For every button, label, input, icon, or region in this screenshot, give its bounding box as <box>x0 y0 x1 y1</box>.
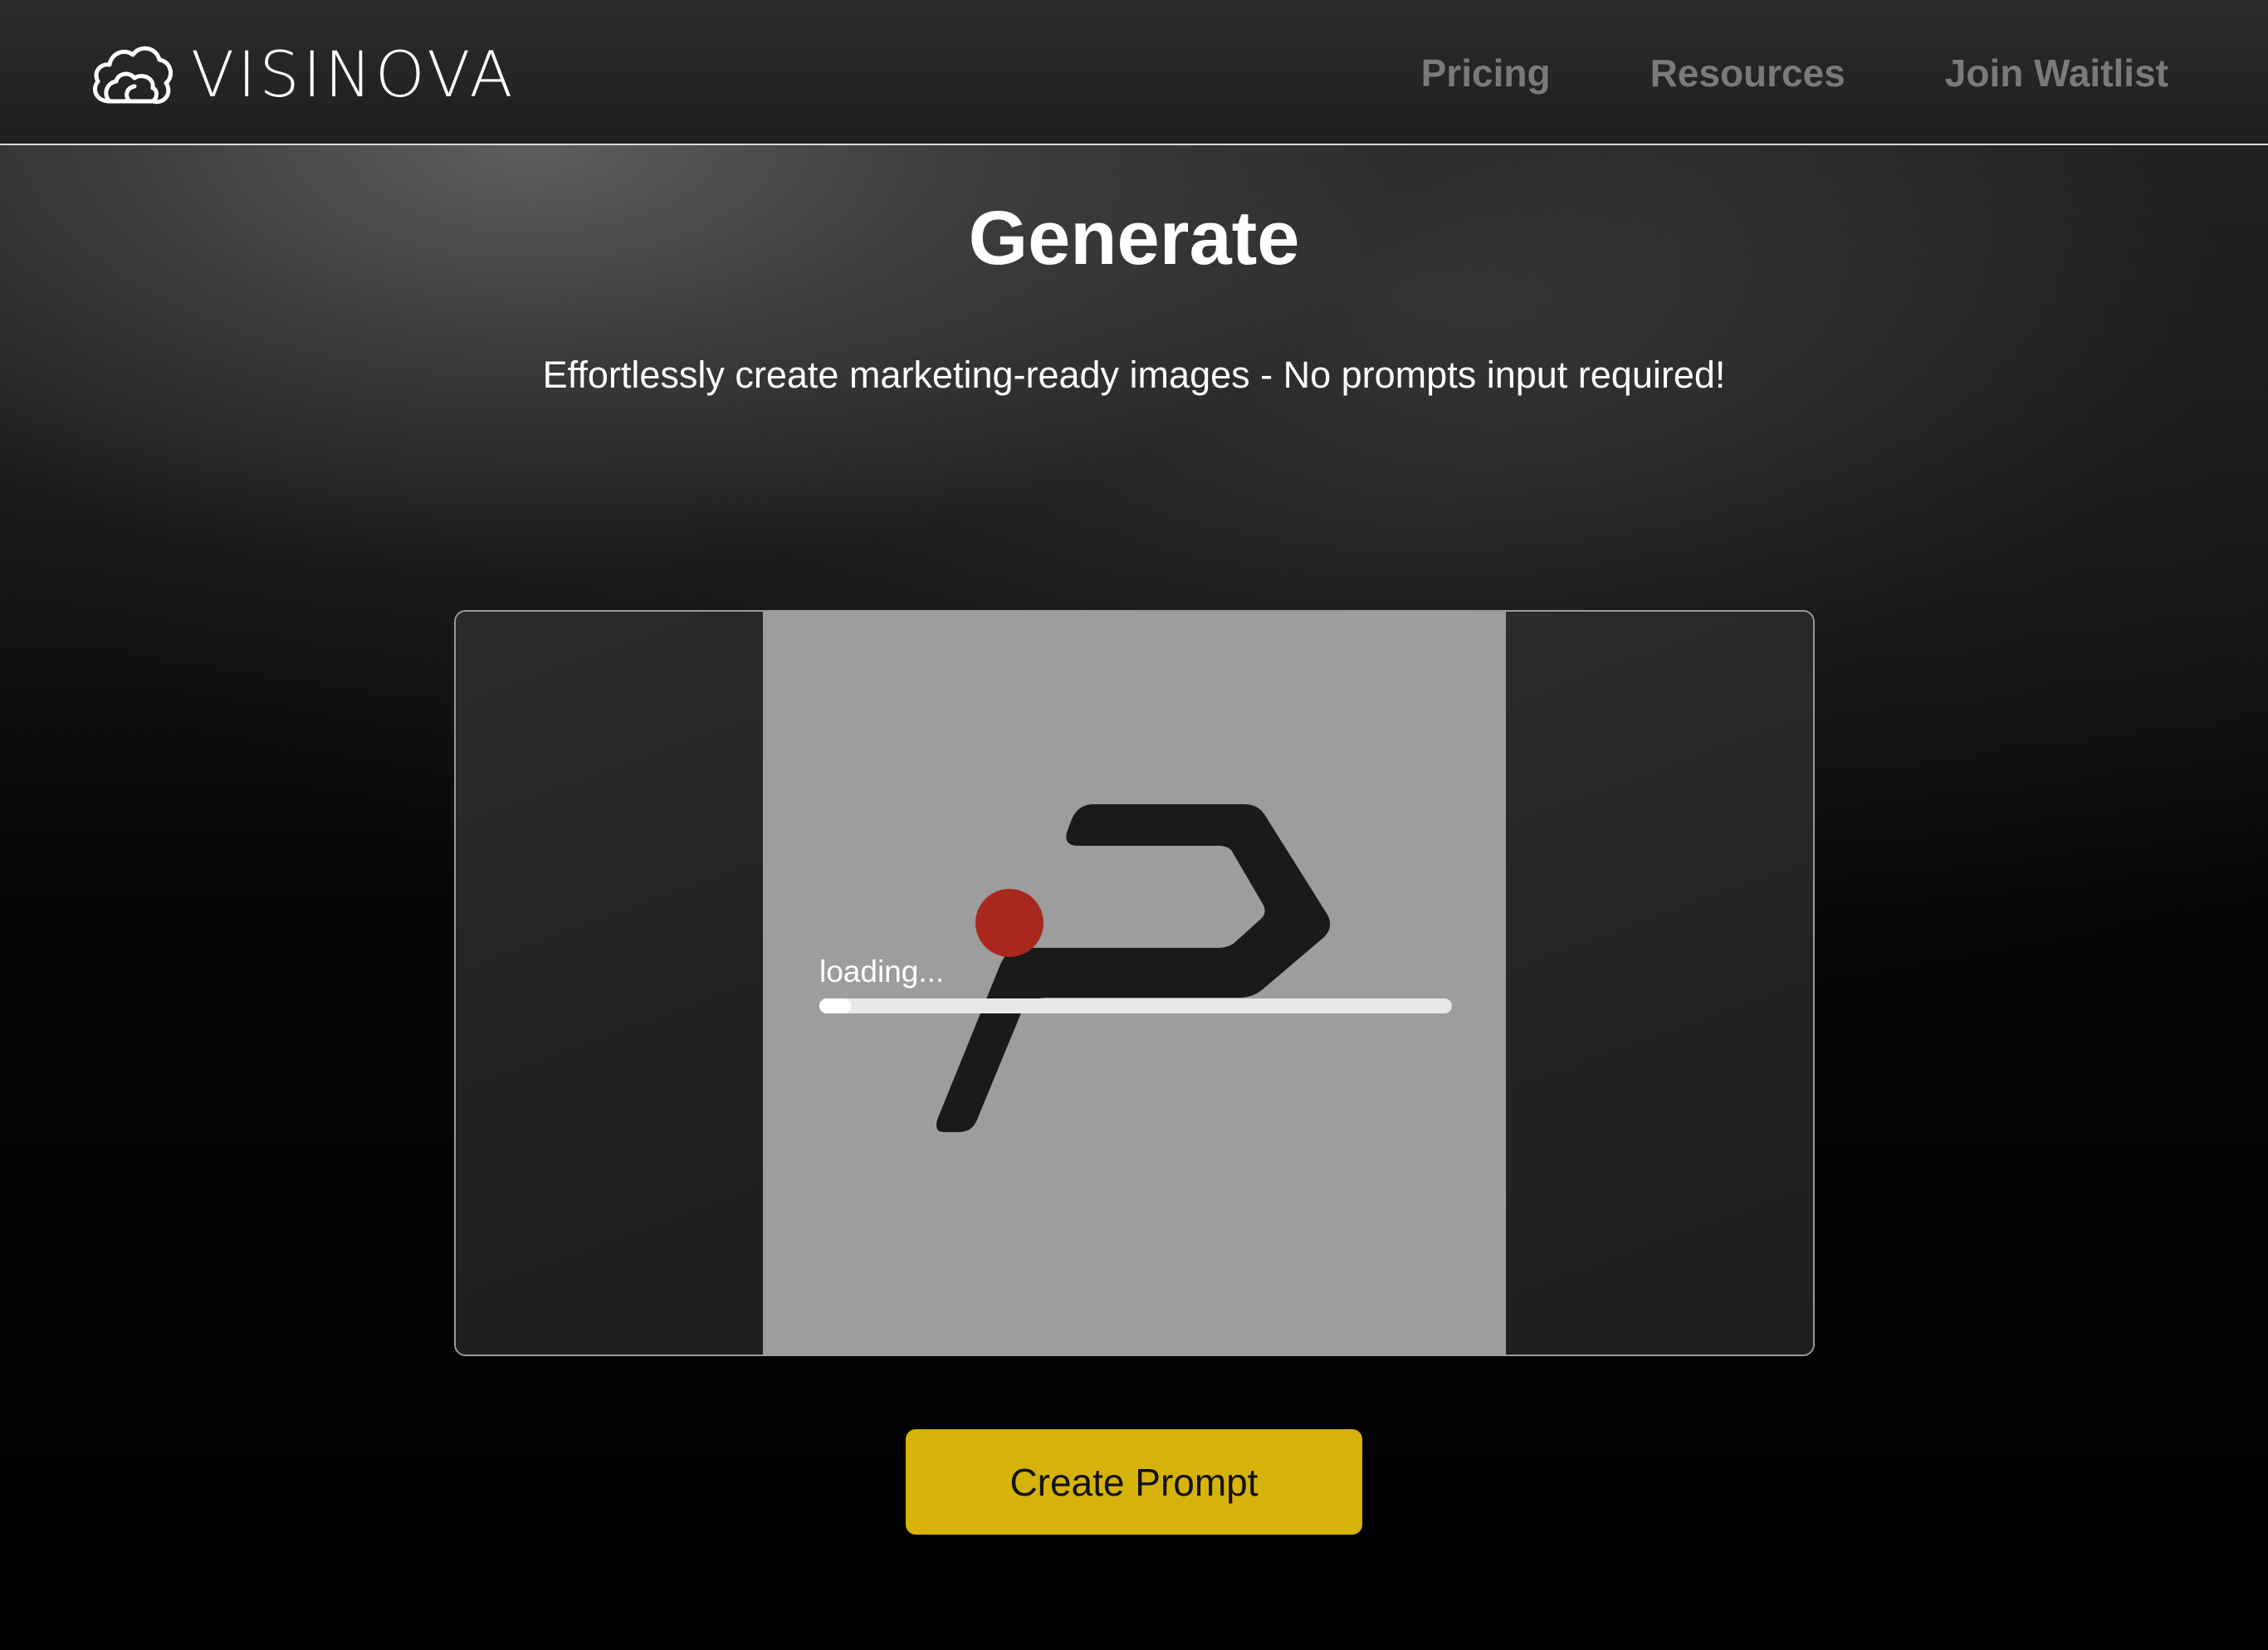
loading-progress-bar <box>819 998 1452 1013</box>
nav-pricing[interactable]: Pricing <box>1421 48 1551 98</box>
preview-right-panel <box>1506 612 1813 1355</box>
create-prompt-button[interactable]: Create Prompt <box>906 1429 1362 1535</box>
red-dot-icon <box>975 889 1044 957</box>
page: VISINOVA Pricing Resources Join Waitlist… <box>0 0 2268 1650</box>
page-subtitle: Effortlessly create marketing-ready imag… <box>542 354 1726 396</box>
preview-canvas: loading... <box>763 612 1507 1355</box>
page-title: Generate <box>968 196 1300 281</box>
brand-logo[interactable]: VISINOVA <box>88 40 516 110</box>
top-bar: VISINOVA Pricing Resources Join Waitlist <box>0 0 2268 145</box>
loading-progress-fill <box>819 998 852 1013</box>
loading-label: loading... <box>819 954 945 989</box>
preview-left-panel <box>456 612 763 1355</box>
cloud-icon <box>93 46 174 105</box>
brand-name: VISINOVA <box>191 37 516 111</box>
main-nav: Pricing Resources Join Waitlist <box>1322 48 2168 98</box>
nav-join-waitlist[interactable]: Join Waitlist <box>1945 48 2168 98</box>
image-preview-frame: loading... <box>454 610 1815 1356</box>
nav-resources[interactable]: Resources <box>1650 48 1845 98</box>
